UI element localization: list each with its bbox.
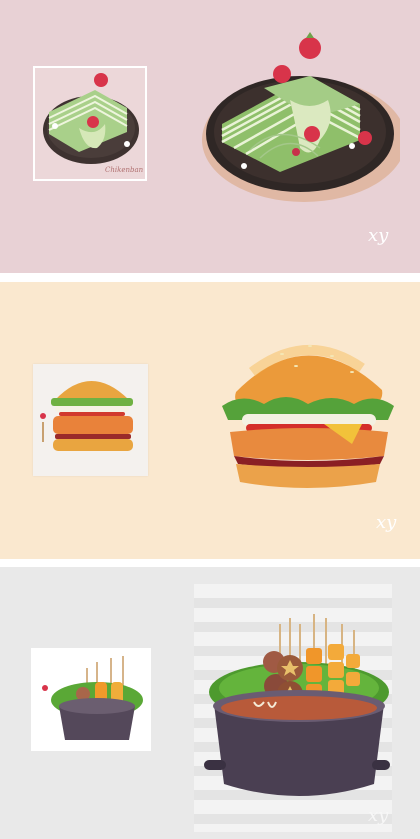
- matcha-cake-illustration: [202, 32, 400, 202]
- matcha-cake-thumbnail: Chikenban: [33, 66, 147, 181]
- hotpot-thumbnail: [31, 648, 151, 751]
- strawberry: [304, 126, 320, 142]
- burger-thumbnail: [33, 364, 148, 476]
- hotpot-illustration: [204, 614, 390, 796]
- strawberry: [358, 131, 372, 145]
- artist-signature: xy: [376, 512, 397, 533]
- artist-signature: xy: [368, 805, 389, 826]
- artist-signature: xy: [368, 225, 389, 246]
- burger-thumb-illustration: [33, 364, 148, 476]
- pot-handle: [372, 760, 390, 770]
- matcha-cake-thumb-illustration: [43, 73, 139, 164]
- strawberry: [273, 65, 291, 83]
- burger-illustration: [222, 345, 394, 488]
- hotpot-thumb-illustration: [42, 656, 143, 740]
- hotpot-card: [194, 584, 392, 832]
- thumb-caption: Chikenban: [105, 166, 144, 174]
- strawberry: [299, 37, 321, 59]
- hotpot-panel: xy: [0, 567, 420, 839]
- pot-handle: [204, 760, 226, 770]
- bottom-bun: [236, 464, 380, 488]
- chicken-patty: [230, 428, 388, 460]
- burger-panel: xy: [0, 282, 420, 559]
- matcha-cake-panel: Chikenban xy: [0, 0, 420, 273]
